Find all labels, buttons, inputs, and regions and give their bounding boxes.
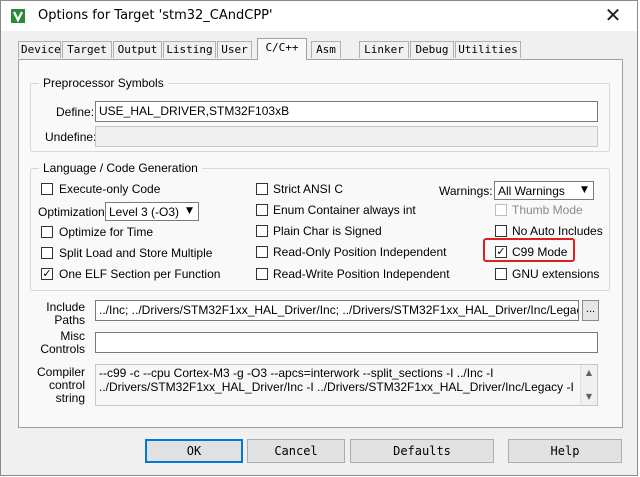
misc-controls-label-1: Misc [60,329,85,343]
split-load-checkbox[interactable] [41,247,53,259]
plain-char-checkbox[interactable] [256,225,268,237]
include-paths-input[interactable]: ../Inc; ../Drivers/STM32F1xx_HAL_Driver/… [95,300,579,321]
compiler-control-line-1: --c99 -c --cpu Cortex-M3 -g -O3 --apcs=i… [99,366,494,380]
one-elf-label: One ELF Section per Function [59,267,221,281]
gnu-extensions-label: GNU extensions [512,267,600,281]
c99-mode-label: C99 Mode [512,245,568,259]
title-bar: Options for Target 'stm32_CAndCPP' ✕ [1,1,637,31]
optimize-time-label: Optimize for Time [59,225,154,239]
tab-asm[interactable]: Asm [311,41,341,58]
define-label: Define: [56,105,95,119]
optimization-select[interactable]: Level 3 (-O3) ▼ [105,202,199,221]
compiler-control-scrollbar[interactable]: ▲ ▼ [580,365,597,405]
include-paths-label-2: Paths [54,313,85,327]
tab-debug[interactable]: Debug [410,41,454,58]
language-group-title: Language / Code Generation [43,161,198,175]
misc-controls-input[interactable] [95,332,598,353]
preprocessor-group-title: Preprocessor Symbols [43,76,164,90]
compiler-control-label-3: string [55,391,85,405]
warnings-label: Warnings: [439,184,493,198]
optimization-value: Level 3 (-O3) [109,205,180,219]
thumb-mode-checkbox[interactable] [495,204,507,216]
undefine-input[interactable] [95,126,598,147]
keil-app-icon [11,9,25,23]
include-paths-label-1: Include [46,300,85,314]
strict-ansi-label: Strict ANSI C [273,182,344,196]
compiler-control-string: --c99 -c --cpu Cortex-M3 -g -O3 --apcs=i… [95,364,598,406]
options-dialog: Options for Target 'stm32_CAndCPP' ✕ Dev… [0,0,638,476]
split-load-label: Split Load and Store Multiple [59,246,213,260]
execute-only-checkbox[interactable] [41,183,53,195]
enum-container-checkbox[interactable] [256,204,268,216]
plain-char-label: Plain Char is Signed [273,224,382,238]
ro-pi-checkbox[interactable] [256,246,268,258]
warnings-value: All Warnings [498,184,565,198]
tab-target[interactable]: Target [62,41,112,58]
compiler-control-line-2: ../Drivers/STM32F1xx_HAL_Driver/Inc -I .… [99,380,574,394]
chevron-down-icon: ▼ [581,185,588,195]
ok-button[interactable]: OK [145,439,243,463]
close-icon[interactable]: ✕ [591,1,635,31]
tab-device[interactable]: Device [18,41,61,58]
tab-utilities[interactable]: Utilities [455,41,521,58]
chevron-down-icon: ▼ [186,206,193,216]
one-elf-checkbox[interactable]: ✓ [41,268,53,280]
cancel-button[interactable]: Cancel [247,439,345,463]
no-auto-includes-label: No Auto Includes [512,224,603,238]
tab-c-cpp[interactable]: C/C++ [257,38,307,60]
browse-include-paths-button[interactable]: ... [582,300,599,321]
gnu-extensions-checkbox[interactable] [495,268,507,280]
compiler-control-label-1: Compiler [36,365,85,379]
execute-only-label: Execute-only Code [59,182,161,196]
rw-pi-label: Read-Write Position Independent [273,267,450,281]
tab-listing[interactable]: Listing [163,41,216,58]
thumb-mode-label: Thumb Mode [512,203,583,217]
optimization-label: Optimization: [38,205,109,219]
no-auto-includes-checkbox[interactable] [495,225,507,237]
misc-controls-label-2: Controls [40,342,85,356]
scroll-up-icon[interactable]: ▲ [581,365,597,381]
strict-ansi-checkbox[interactable] [256,183,268,195]
c99-mode-checkbox[interactable]: ✓ [495,246,507,258]
tab-linker[interactable]: Linker [359,41,409,58]
warnings-select[interactable]: All Warnings ▼ [494,181,594,200]
defaults-button[interactable]: Defaults [350,439,494,463]
window-title: Options for Target 'stm32_CAndCPP' [38,8,273,23]
compiler-control-label-2: control [48,378,85,392]
enum-container-label: Enum Container always int [273,203,416,217]
define-input[interactable]: USE_HAL_DRIVER,STM32F103xB [95,101,598,122]
scroll-down-icon[interactable]: ▼ [581,389,597,405]
optimize-time-checkbox[interactable] [41,226,53,238]
undefine-label: Undefine: [45,130,97,144]
tab-output[interactable]: Output [113,41,162,58]
rw-pi-checkbox[interactable] [256,268,268,280]
ro-pi-label: Read-Only Position Independent [273,245,447,259]
tab-user[interactable]: User [217,41,252,58]
help-button[interactable]: Help [508,439,622,463]
